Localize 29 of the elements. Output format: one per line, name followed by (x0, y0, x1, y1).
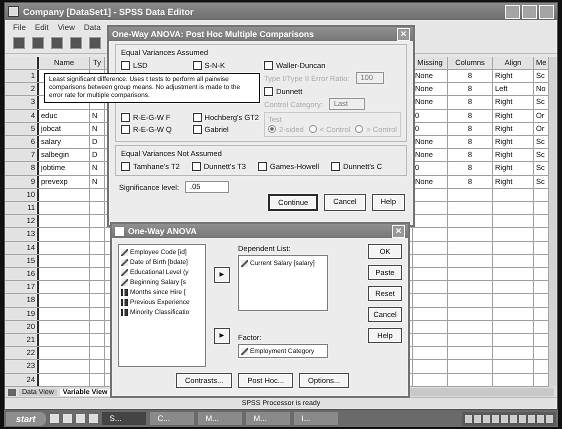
checkbox[interactable] (192, 162, 201, 170)
checkbox[interactable] (331, 162, 340, 170)
dialog-title: One-Way ANOVA (128, 226, 198, 236)
close-button[interactable] (539, 4, 554, 18)
checkbox[interactable] (264, 60, 274, 70)
checkbox[interactable] (258, 162, 267, 170)
menu-item[interactable]: File (13, 23, 26, 32)
checkbox[interactable] (121, 124, 130, 134)
checkbox[interactable] (192, 112, 202, 122)
checkbox[interactable] (192, 60, 202, 70)
vertical-scrollbar[interactable] (548, 57, 557, 387)
menu-item[interactable]: Edit (34, 23, 49, 32)
window-title: Company [DataSet1] - SPSS Data Editor (23, 6, 195, 16)
menu-item[interactable]: View (58, 23, 75, 32)
minimize-button[interactable] (505, 4, 520, 18)
menu-item[interactable]: Data (84, 23, 101, 32)
checkbox[interactable] (121, 162, 130, 170)
checkbox[interactable] (121, 112, 130, 122)
checkbox[interactable] (264, 86, 274, 96)
radio-button[interactable] (308, 125, 317, 133)
checkbox[interactable] (121, 60, 130, 70)
taskbar-button[interactable]: S... (102, 412, 146, 425)
radio-button[interactable] (355, 125, 364, 133)
dialog-title: One-Way ANOVA: Post Hoc Multiple Comparisons (112, 29, 315, 39)
app-icon (8, 6, 19, 17)
maximize-button[interactable] (522, 4, 537, 18)
checkbox[interactable] (192, 124, 202, 134)
first-sheet-button[interactable] (8, 388, 16, 396)
radio-button[interactable] (268, 125, 276, 133)
